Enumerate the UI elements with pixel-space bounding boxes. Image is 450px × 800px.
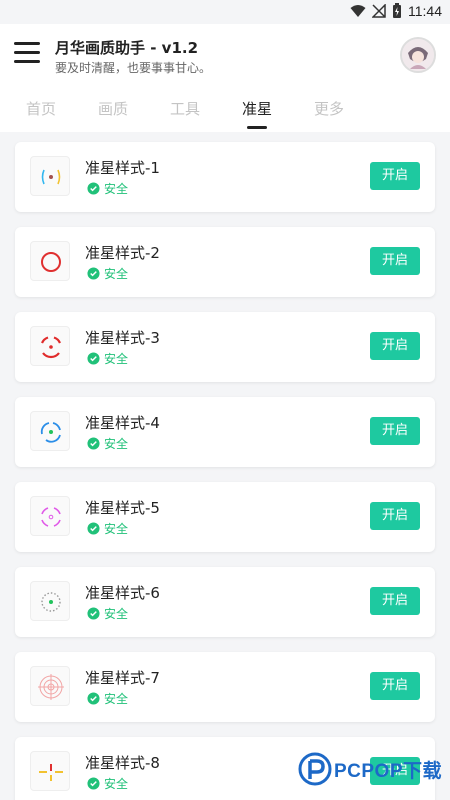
wifi-icon	[350, 5, 366, 17]
tab-indicator	[247, 126, 267, 129]
safe-status: 安全	[87, 180, 128, 197]
safe-label: 安全	[104, 182, 129, 196]
shield-check-icon	[87, 607, 100, 620]
tab-more[interactable]: 更多	[305, 98, 353, 119]
enable-button[interactable]: 开启	[370, 162, 420, 190]
app-bar: 月华画质助手 - v1.2 要及时清醒，也要事事甘心。	[0, 24, 450, 86]
crosshair-thumbnail	[30, 241, 70, 281]
tab-bar: 首页 画质 工具 准星 更多	[0, 86, 450, 132]
enable-button[interactable]: 开启	[370, 587, 420, 615]
item-title: 准星样式-5	[85, 499, 160, 517]
safe-status: 安全	[87, 520, 128, 537]
safe-status: 安全	[87, 435, 128, 452]
watermark-text: PCPOP下载	[333, 760, 442, 782]
status-icons: 11:44	[350, 3, 442, 19]
crosshair-style-2-icon	[41, 252, 61, 272]
crosshair-style-4-icon	[40, 422, 61, 443]
crosshair-list: 准星样式-1 安全 开启 准星样式-2 安全 开启 准星样式-3 安全 开启 准…	[15, 142, 435, 800]
safe-label: 安全	[104, 437, 129, 451]
shield-check-icon	[87, 437, 100, 450]
tab-quality[interactable]: 画质	[89, 98, 137, 119]
crosshair-thumbnail	[30, 581, 70, 621]
menu-button[interactable]	[14, 42, 40, 64]
safe-label: 安全	[104, 267, 129, 281]
list-item: 准星样式-5 安全 开启	[15, 482, 435, 552]
item-title: 准星样式-2	[85, 244, 160, 262]
avatar[interactable]	[400, 37, 436, 73]
safe-status: 安全	[87, 690, 128, 707]
menu-icon	[14, 42, 40, 45]
item-title: 准星样式-4	[85, 414, 160, 432]
pcpop-logo-icon	[298, 752, 332, 786]
shield-check-icon	[87, 522, 100, 535]
shield-check-icon	[87, 692, 100, 705]
item-title: 准星样式-3	[85, 329, 160, 347]
crosshair-thumbnail	[30, 156, 70, 196]
list-item: 准星样式-7 安全 开启	[15, 652, 435, 722]
safe-label: 安全	[104, 692, 129, 706]
list-item: 准星样式-3 安全 开启	[15, 312, 435, 382]
shield-check-icon	[87, 182, 100, 195]
status-time: 11:44	[408, 3, 442, 19]
app-title: 月华画质助手 - v1.2	[55, 39, 199, 57]
item-title: 准星样式-6	[85, 584, 160, 602]
item-title: 准星样式-8	[85, 754, 160, 772]
crosshair-thumbnail	[30, 666, 70, 706]
crosshair-thumbnail	[30, 326, 70, 366]
safe-status: 安全	[87, 265, 128, 282]
crosshair-style-7-icon	[38, 674, 64, 700]
shield-check-icon	[87, 352, 100, 365]
crosshair-thumbnail	[30, 496, 70, 536]
crosshair-style-3-icon	[40, 336, 62, 359]
safe-status: 安全	[87, 775, 128, 792]
enable-button[interactable]: 开启	[370, 502, 420, 530]
watermark: PCPOP下载	[298, 752, 442, 786]
battery-icon	[393, 3, 401, 18]
item-title: 准星样式-7	[85, 669, 160, 687]
tab-crosshair[interactable]: 准星	[233, 98, 281, 119]
no-signal-icon	[372, 4, 386, 18]
list-item: 准星样式-2 安全 开启	[15, 227, 435, 297]
safe-label: 安全	[104, 777, 129, 791]
tab-home[interactable]: 首页	[17, 98, 65, 119]
item-title: 准星样式-1	[85, 159, 160, 177]
safe-status: 安全	[87, 605, 128, 622]
avatar-icon	[402, 39, 434, 71]
shield-check-icon	[87, 267, 100, 280]
enable-button[interactable]: 开启	[370, 672, 420, 700]
tab-tools[interactable]: 工具	[161, 98, 209, 119]
safe-status: 安全	[87, 350, 128, 367]
crosshair-style-5-icon	[41, 507, 61, 527]
crosshair-style-1-icon	[41, 169, 61, 185]
safe-label: 安全	[104, 607, 129, 621]
safe-label: 安全	[104, 522, 129, 536]
enable-button[interactable]: 开启	[370, 247, 420, 275]
app-subtitle: 要及时清醒，也要事事甘心。	[55, 61, 212, 75]
list-item: 准星样式-4 安全 开启	[15, 397, 435, 467]
enable-button[interactable]: 开启	[370, 332, 420, 360]
enable-button[interactable]: 开启	[370, 417, 420, 445]
list-item: 准星样式-1 安全 开启	[15, 142, 435, 212]
shield-check-icon	[87, 777, 100, 790]
crosshair-style-8-icon	[39, 764, 63, 781]
list-item: 准星样式-6 安全 开启	[15, 567, 435, 637]
crosshair-style-6-icon	[41, 592, 61, 612]
safe-label: 安全	[104, 352, 129, 366]
crosshair-thumbnail	[30, 411, 70, 451]
status-bar: 11:44	[0, 0, 450, 24]
crosshair-thumbnail	[30, 751, 70, 791]
